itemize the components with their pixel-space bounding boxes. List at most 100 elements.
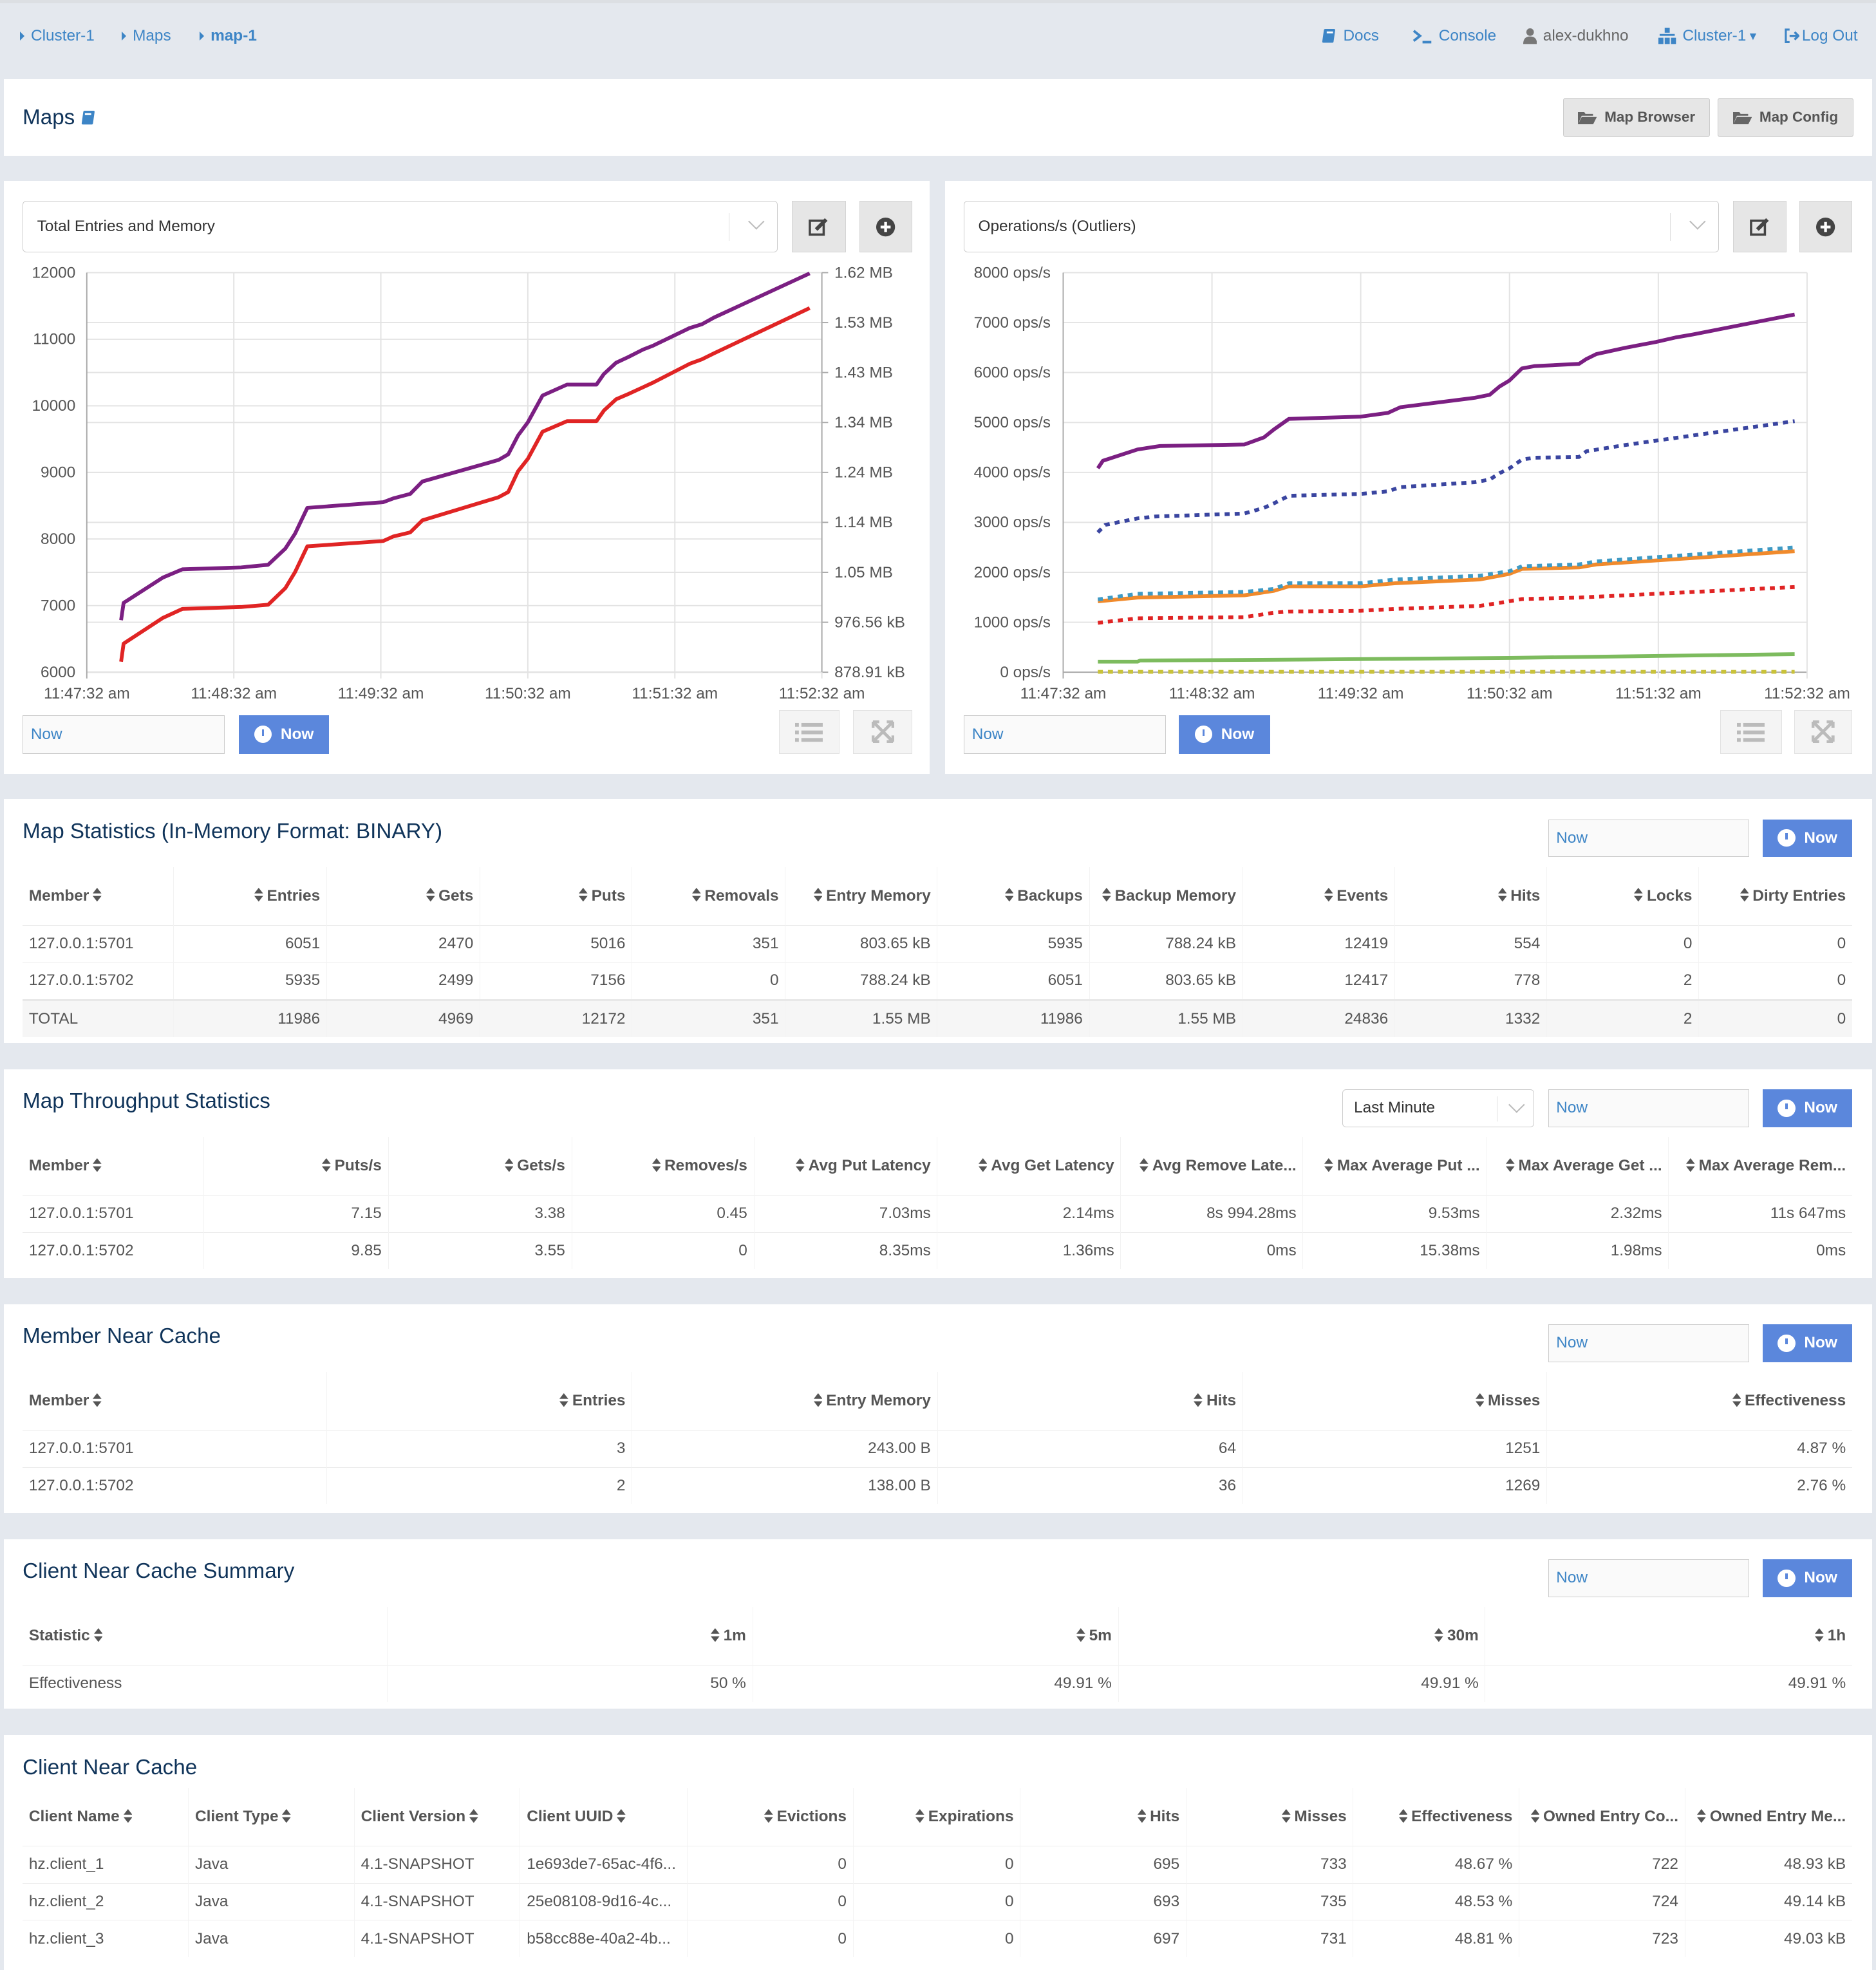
column-header-max-average-put[interactable]: Max Average Put ...: [1302, 1137, 1487, 1196]
column-header-30m[interactable]: 30m: [1118, 1607, 1485, 1665]
breadcrumb-map-1[interactable]: map-1: [200, 27, 257, 45]
sort-icon[interactable]: [1506, 1158, 1515, 1172]
table-row[interactable]: Effectiveness 50 % 49.91 % 49.91 % 49.91 %: [23, 1665, 1852, 1702]
column-header-misses[interactable]: Misses: [1242, 1372, 1547, 1431]
sort-icon[interactable]: [1137, 1808, 1147, 1823]
now-button[interactable]: Now: [1763, 1089, 1852, 1127]
expand-chart-button[interactable]: [1794, 709, 1852, 755]
column-header-client-uuid[interactable]: Client UUID: [520, 1788, 688, 1846]
column-header-hits[interactable]: Hits: [937, 1372, 1243, 1431]
column-header-hits[interactable]: Hits: [1394, 867, 1547, 926]
column-header-removals[interactable]: Removals: [632, 867, 785, 926]
now-button[interactable]: Now: [1763, 1324, 1852, 1362]
column-header-events[interactable]: Events: [1242, 867, 1395, 926]
column-header-entries[interactable]: Entries: [173, 867, 327, 926]
sort-icon[interactable]: [1732, 1393, 1741, 1407]
column-header-entry-memory[interactable]: Entry Memory: [632, 1372, 937, 1431]
sort-icon[interactable]: [1497, 888, 1507, 902]
sort-icon[interactable]: [1398, 1808, 1408, 1823]
column-header-hits[interactable]: Hits: [1020, 1788, 1187, 1846]
sort-icon[interactable]: [469, 1808, 478, 1823]
column-header-statistic[interactable]: Statistic: [23, 1607, 387, 1665]
column-header-1h[interactable]: 1h: [1485, 1607, 1852, 1665]
sort-icon[interactable]: [93, 1158, 102, 1172]
column-header-effectiveness[interactable]: Effectiveness: [1353, 1788, 1519, 1846]
column-header-owned-entry-co[interactable]: Owned Entry Co...: [1519, 1788, 1685, 1846]
sort-icon[interactable]: [426, 888, 435, 902]
time-input[interactable]: Now: [1548, 1559, 1749, 1597]
sort-icon[interactable]: [813, 1393, 823, 1407]
logout-link[interactable]: Log Out: [1783, 27, 1858, 45]
now-button[interactable]: Now: [1763, 819, 1852, 858]
column-header-member[interactable]: Member: [23, 1372, 326, 1430]
sort-icon[interactable]: [915, 1808, 924, 1823]
table-row[interactable]: hz.client_1 Java 4.1-SNAPSHOT 1e693de7-65ac…: [23, 1846, 1852, 1884]
sort-icon[interactable]: [559, 1393, 568, 1407]
sort-icon[interactable]: [93, 1628, 103, 1642]
sort-icon[interactable]: [504, 1158, 514, 1172]
now-button[interactable]: Now: [1178, 715, 1271, 755]
sort-icon[interactable]: [813, 888, 823, 902]
sort-icon[interactable]: [93, 888, 102, 902]
column-header-backup-memory[interactable]: Backup Memory: [1089, 867, 1243, 926]
cluster-dropdown[interactable]: Cluster-1 ▼: [1658, 27, 1759, 45]
column-header-1m[interactable]: 1m: [386, 1607, 753, 1665]
column-header-client-type[interactable]: Client Type: [188, 1788, 355, 1846]
sort-icon[interactable]: [1076, 1628, 1085, 1642]
time-range-select[interactable]: Last Minute: [1342, 1089, 1535, 1127]
user-menu[interactable]: alex-dukhno: [1523, 27, 1629, 45]
legend-toggle-button[interactable]: [779, 709, 840, 755]
now-button[interactable]: Now: [1763, 1559, 1852, 1597]
sort-icon[interactable]: [1281, 1808, 1291, 1823]
sort-icon[interactable]: [1324, 888, 1333, 902]
column-header-member[interactable]: Member: [23, 1137, 203, 1195]
table-row[interactable]: hz.client_3 Java 4.1-SNAPSHOT b58cc88e-40a2…: [23, 1920, 1852, 1957]
book-icon[interactable]: [81, 109, 96, 126]
sort-icon[interactable]: [1140, 1158, 1149, 1172]
sort-icon[interactable]: [1102, 888, 1111, 902]
sort-icon[interactable]: [93, 1393, 102, 1407]
sort-icon[interactable]: [1004, 888, 1014, 902]
table-row[interactable]: 127.0.0.1:5702 2 138.00 B 36 1269 2.76 %: [23, 1467, 1852, 1505]
column-header-avg-remove-late[interactable]: Avg Remove Late...: [1120, 1137, 1303, 1196]
column-header-5m[interactable]: 5m: [752, 1607, 1119, 1665]
console-link[interactable]: Console: [1412, 27, 1496, 45]
docs-link[interactable]: Docs: [1322, 27, 1379, 45]
sort-icon[interactable]: [1434, 1628, 1444, 1642]
sort-icon[interactable]: [796, 1158, 805, 1172]
breadcrumb-maps[interactable]: Maps: [122, 27, 171, 45]
sort-icon[interactable]: [764, 1808, 773, 1823]
sort-icon[interactable]: [978, 1158, 988, 1172]
table-row[interactable]: 127.0.0.1:5701 6051 2470 5016 351 803.65 kB 59…: [23, 924, 1852, 962]
column-header-dirty-entries[interactable]: Dirty Entries: [1698, 867, 1852, 926]
sort-icon[interactable]: [711, 1628, 720, 1642]
time-input[interactable]: Now: [1548, 1324, 1749, 1362]
time-input[interactable]: Now: [23, 715, 225, 755]
sort-icon[interactable]: [1475, 1393, 1485, 1407]
column-header-effectiveness[interactable]: Effectiveness: [1546, 1372, 1852, 1431]
sort-icon[interactable]: [652, 1158, 661, 1172]
column-header-gets[interactable]: Gets: [326, 867, 480, 926]
column-header-evictions[interactable]: Evictions: [687, 1788, 854, 1846]
column-header-entries[interactable]: Entries: [326, 1372, 632, 1431]
column-header-client-name[interactable]: Client Name: [23, 1788, 189, 1846]
sort-icon[interactable]: [579, 888, 588, 902]
time-input[interactable]: Now: [1548, 1089, 1749, 1127]
column-header-avg-put-latency[interactable]: Avg Put Latency: [753, 1137, 937, 1196]
column-header-gets-s[interactable]: Gets/s: [388, 1137, 572, 1196]
sort-icon[interactable]: [691, 888, 701, 902]
sort-icon[interactable]: [282, 1808, 292, 1823]
column-header-owned-entry-me[interactable]: Owned Entry Me...: [1684, 1788, 1852, 1846]
table-row[interactable]: 127.0.0.1:5701 3 243.00 B 64 1251 4.87 %: [23, 1430, 1852, 1468]
column-header-client-version[interactable]: Client Version: [353, 1788, 520, 1846]
column-header-backups[interactable]: Backups: [937, 867, 1090, 926]
table-row[interactable]: 127.0.0.1:5701 7.15 3.38 0.45 7.03ms 2.14ms 8s…: [23, 1195, 1852, 1233]
breadcrumb-cluster[interactable]: Cluster-1: [20, 27, 95, 45]
sort-icon[interactable]: [1530, 1808, 1540, 1823]
time-input[interactable]: Now: [964, 715, 1167, 755]
sort-icon[interactable]: [1697, 1808, 1707, 1823]
column-header-max-average-rem[interactable]: Max Average Rem...: [1668, 1137, 1852, 1196]
column-header-expirations[interactable]: Expirations: [852, 1788, 1020, 1846]
sort-icon[interactable]: [254, 888, 263, 902]
sort-icon[interactable]: [123, 1808, 133, 1823]
